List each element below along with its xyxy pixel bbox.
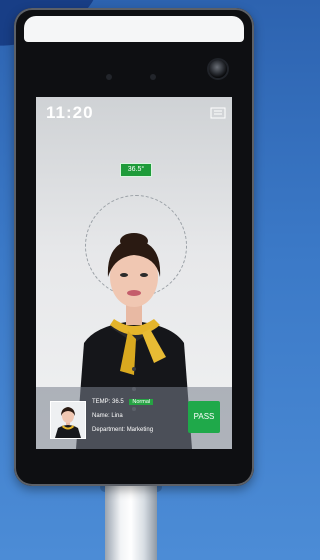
department-line: Department: Marketing (92, 427, 153, 433)
device-screen: 11:20 36.5° TEMP: 36.5 Normal Name: Lina… (36, 97, 232, 449)
department-value: Marketing (126, 427, 154, 433)
temp-label: TEMP: (92, 399, 111, 405)
menu-icon[interactable] (210, 106, 226, 120)
clock-time: 11:20 (46, 103, 94, 122)
name-label: Name: (92, 413, 110, 419)
name-line: Name: Lina (92, 413, 123, 419)
recognition-info-panel: TEMP: 36.5 Normal Name: Lina Department:… (36, 387, 232, 449)
camera-lens-icon (209, 60, 227, 78)
top-bezel-strip (24, 16, 244, 42)
sensor-dot (106, 74, 112, 80)
department-label: Department: (92, 427, 126, 433)
device-stand (105, 480, 157, 560)
temperature-line: TEMP: 36.5 Normal (92, 399, 154, 405)
person-thumbnail-icon (51, 402, 85, 438)
name-value: Lina (111, 413, 123, 419)
pass-button[interactable]: PASS (188, 401, 220, 433)
temp-status-chip: Normal (129, 399, 154, 405)
captured-face-thumbnail (50, 401, 86, 439)
temperature-badge: 36.5° (120, 163, 152, 177)
temp-value: 36.5 (112, 399, 124, 405)
sensor-dot (150, 74, 156, 80)
